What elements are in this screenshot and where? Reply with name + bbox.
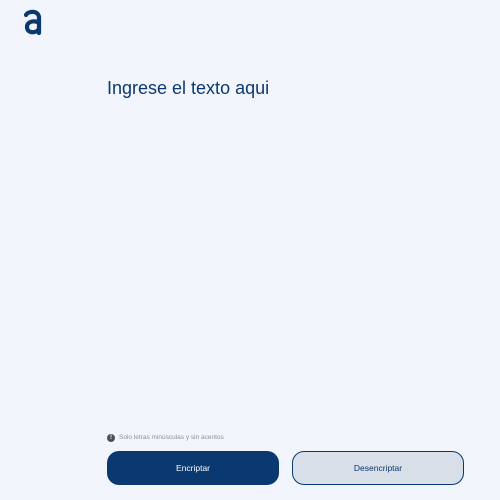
hint-text: Solo letras minúsculas y sin acentos: [119, 434, 224, 441]
exclamation-circle-icon: !: [107, 433, 115, 442]
decrypt-button[interactable]: Desencriptar: [292, 451, 464, 485]
encryptor-page: ! Solo letras minúsculas y sin acentos E…: [0, 0, 500, 500]
alura-logo-icon[interactable]: [22, 8, 44, 36]
input-hint: ! Solo letras minúsculas y sin acentos: [107, 433, 224, 442]
encrypt-button[interactable]: Encriptar: [107, 451, 279, 485]
message-text-input[interactable]: [107, 76, 467, 421]
